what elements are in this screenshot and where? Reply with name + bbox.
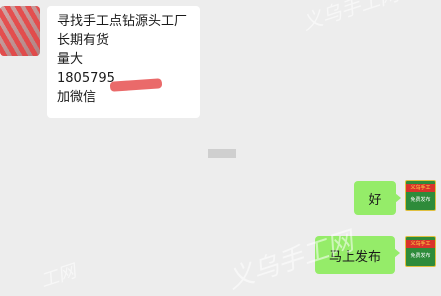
- avatar-banner-text: 义乌手工: [406, 240, 435, 248]
- watermark-text: 工网: [38, 260, 79, 292]
- timestamp-placeholder: [208, 149, 236, 158]
- outgoing-message-text: 马上发布: [328, 249, 381, 265]
- watermark-text: 义乌手工网: [299, 0, 402, 35]
- outgoing-message-bubble[interactable]: 好: [354, 181, 401, 215]
- self-avatar[interactable]: 义乌手工 免费发布: [405, 236, 436, 267]
- avatar-banner-text: 义乌手工: [406, 184, 435, 192]
- self-avatar[interactable]: 义乌手工 免费发布: [405, 180, 436, 211]
- message-line-2: 长期有货: [57, 33, 110, 48]
- outgoing-message-text: 好: [368, 192, 382, 208]
- contact-avatar[interactable]: [0, 6, 40, 56]
- avatar-body-text: 免费发布: [410, 197, 431, 203]
- message-line-3: 量大: [57, 52, 84, 67]
- incoming-message-bubble[interactable]: 寻找手工点钻源头工厂 长期有货 量大 1805795 加微信: [47, 6, 200, 118]
- message-line-1: 寻找手工点钻源头工厂: [57, 14, 188, 29]
- avatar-body-text: 免费发布: [410, 253, 431, 259]
- outgoing-message-bubble[interactable]: 马上发布: [315, 236, 400, 274]
- avatar-redaction-scribble: [0, 6, 40, 56]
